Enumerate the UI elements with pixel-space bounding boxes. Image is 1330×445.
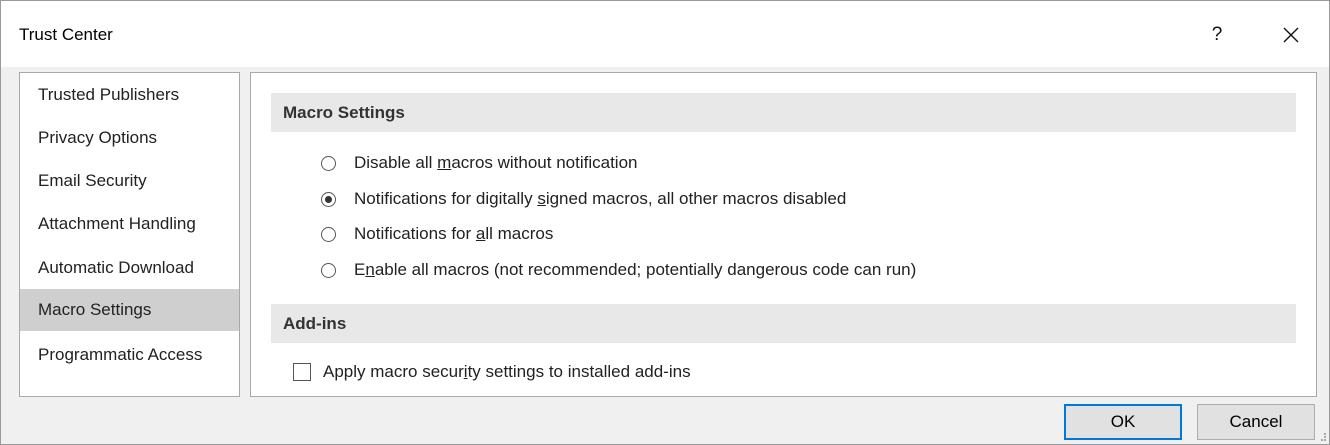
radio-notify-all-macros[interactable]: Notifications for all macros: [321, 221, 553, 247]
radio-label: Enable all macros (not recommended; pote…: [354, 260, 917, 279]
radio-dot: [325, 195, 332, 203]
nav-item-attachment-handling[interactable]: Attachment Handling: [20, 203, 239, 245]
checkbox[interactable]: [293, 363, 311, 381]
addins-header: Add-ins: [271, 304, 1296, 343]
radio-button[interactable]: [321, 262, 336, 278]
radio-label: Notifications for all macros: [354, 224, 554, 243]
close-icon: [1283, 27, 1299, 43]
cancel-button[interactable]: Cancel: [1197, 404, 1315, 440]
trust-center-dialog: Trust Center ? Trusted Publishers Privac…: [0, 0, 1330, 445]
radio-enable-all-macros[interactable]: Enable all macros (not recommended; pote…: [321, 257, 916, 283]
settings-panel: Macro Settings Disable all macros withou…: [250, 72, 1317, 397]
radio-notify-signed-macros[interactable]: Notifications for digitally signed macro…: [321, 186, 846, 212]
ok-button[interactable]: OK: [1064, 404, 1182, 440]
checkbox-apply-to-addins[interactable]: Apply macro security settings to install…: [293, 359, 691, 385]
checkbox-label: Apply macro security settings to install…: [323, 362, 691, 381]
nav-item-programmatic-access[interactable]: Programmatic Access: [20, 334, 239, 376]
radio-label: Disable all macros without notification: [354, 153, 638, 172]
window-title: Trust Center: [19, 25, 113, 44]
nav-item-email-security[interactable]: Email Security: [20, 160, 239, 202]
resize-grip-icon[interactable]: [1317, 432, 1327, 442]
category-nav: Trusted Publishers Privacy Options Email…: [19, 72, 240, 397]
radio-label: Notifications for digitally signed macro…: [354, 189, 847, 208]
nav-item-automatic-download[interactable]: Automatic Download: [20, 247, 239, 289]
macro-settings-header: Macro Settings: [271, 93, 1296, 132]
radio-button[interactable]: [321, 226, 336, 242]
radio-button[interactable]: [321, 155, 336, 171]
help-button[interactable]: ?: [1197, 15, 1237, 55]
close-button[interactable]: [1271, 15, 1311, 55]
nav-item-trusted-publishers[interactable]: Trusted Publishers: [20, 74, 239, 116]
title-bar: Trust Center ?: [1, 1, 1329, 67]
nav-item-privacy-options[interactable]: Privacy Options: [20, 117, 239, 159]
nav-item-macro-settings[interactable]: Macro Settings: [20, 289, 239, 331]
radio-button-selected[interactable]: [321, 191, 336, 207]
radio-disable-all-macros[interactable]: Disable all macros without notification: [321, 150, 637, 176]
